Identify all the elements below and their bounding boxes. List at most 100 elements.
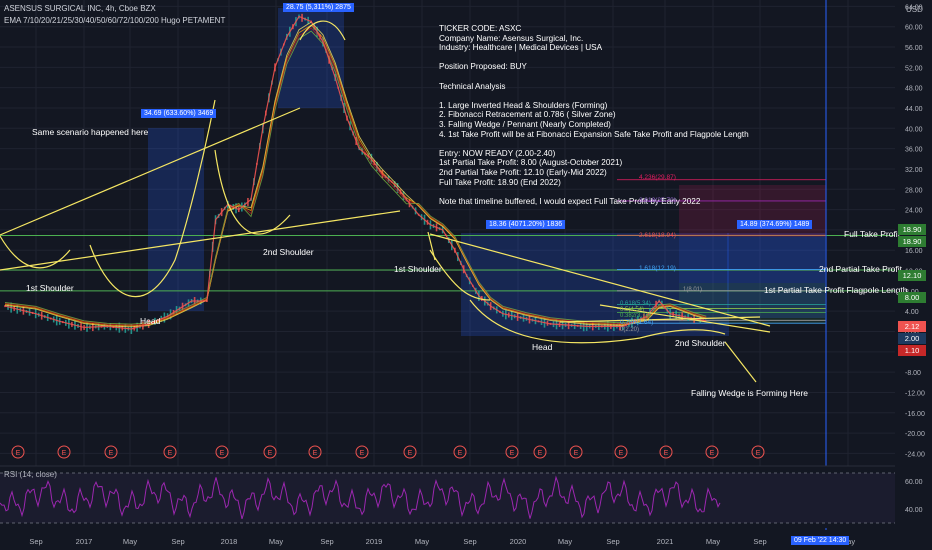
price-badge-entry: 2.00 [898,333,926,344]
y-tick-label: 4.00 [905,309,919,316]
price-badge-low: 1.10 [898,345,926,356]
analysis-line: 4. 1st Take Profit will be at Fibonacci … [439,129,749,139]
earnings-event-icon: E [263,445,277,459]
analysis-line: 3. Falling Wedge / Pennant (Nearly Compl… [439,119,611,129]
y-tick-label: 60.00 [905,25,923,32]
analysis-line: 2nd Partial Take Profit: 12.10 (Early-Mi… [439,167,607,177]
time-axis[interactable]: Sep 2017 May Sep 2018 May Sep 2019 May Sep 2020 May… [29,537,855,546]
earnings-event-icon: E [11,445,25,459]
measure-tag[interactable]: 34.69 (633.60%) 3469 [141,109,217,118]
svg-text:E: E [538,450,543,457]
analysis-line [439,187,769,197]
analysis-line: Position Proposed: BUY [439,62,527,72]
svg-text:E: E [619,450,624,457]
price-axis[interactable]: 64.0060.0056.0052.0048.0044.0040.0036.00… [905,4,925,514]
earnings-event-icon: E [308,445,322,459]
trendline [724,341,757,383]
y-tick-label: 28.00 [905,187,923,194]
x-tick-label: May [123,537,137,546]
price-badge-last: 2.12 [898,321,926,332]
x-tick-label: Sep [463,537,476,546]
analysis-text: TICKER CODE: ASXC Company Name: Asensus … [439,24,769,206]
measure-tag[interactable]: 14.89 (374.69%) 1489 [737,220,813,229]
svg-text:E: E [574,450,579,457]
earnings-event-icon: E [355,445,369,459]
annotation-first-shoulder-left: 1st Shoulder [26,283,74,293]
earnings-event-icon: E [403,445,417,459]
y-tick-label: 52.00 [905,65,923,72]
svg-text:E: E [220,450,225,457]
svg-text:E: E [313,450,318,457]
annotation-same-scenario: Same scenario happened here [32,127,149,137]
rsi-pane [0,465,895,528]
analysis-line: TICKER CODE: ASXC [439,24,522,33]
annotation-first-take-profit: 1st Partial Take Profit Flagpole Length [764,285,908,295]
y-tick-label: 44.00 [905,106,923,113]
annotation-head-left: Head [140,316,161,326]
svg-text:E: E [756,450,761,457]
analysis-line [439,53,769,63]
y-tick-label: 24.00 [905,208,923,215]
x-tick-label: Sep [29,537,42,546]
analysis-line: 2. Fibonacci Retracement at 0.786 ( Silv… [439,110,616,120]
y-tick-label: 32.00 [905,167,923,174]
annotation-second-take-profit: 2nd Partial Take Profit [819,264,902,274]
x-tick-label: Sep [171,537,184,546]
earnings-events: EEEEEEEEEEEEEEEEE [11,445,765,459]
svg-text:E: E [16,450,21,457]
x-tick-label: 2017 [76,537,93,546]
earnings-event-icon: E [104,445,118,459]
y-tick-label: -16.00 [905,411,925,418]
fib-label: 0(2.20) [620,327,640,333]
y-tick-label: 40.00 [905,126,923,133]
y-tick-label: -20.00 [905,431,925,438]
y-tick-label: 16.00 [905,248,923,255]
fib-label: 3.618(25.70) [639,197,676,204]
svg-text:E: E [458,450,463,457]
earnings-event-icon: E [57,445,71,459]
chart-root: EEEEEEEEEEEEEEEEE 64.00 60.00 56.00 52.00 48… [0,0,932,550]
fib-zone [679,237,826,283]
x-tick-label: May [558,537,572,546]
earnings-event-icon: E [505,445,519,459]
x-tick-label: 2020 [510,537,527,546]
analysis-line [439,72,769,82]
annotation-full-take-profit: Full Take Profit [844,229,901,239]
ema-legend: EMA 7/10/20/21/25/30/40/50/60/72/100/200… [4,16,226,25]
trendline [0,235,71,269]
fib-label: 1.618(12.19) [639,265,676,272]
svg-text:E: E [268,450,273,457]
x-tick-label: May [269,537,283,546]
rsi-legend: RSI (14, close) [4,470,57,479]
earnings-event-icon: E [751,445,765,459]
analysis-line: Industry: Healthcare | Medical Devices |… [439,43,603,53]
y-tick-label: -24.00 [905,451,925,458]
measure-tag[interactable]: 18.36 (4071.20%) 1836 [486,220,566,229]
analysis-line [439,91,769,101]
price-badge-full: 18.90 [898,236,926,247]
x-tick-label: May [706,537,720,546]
y-tick-label: -8.00 [905,370,921,377]
measure-tag[interactable]: 28.75 (5,311%) 2875 [283,3,354,12]
svg-text:E: E [408,450,413,457]
fib-label: 0.382(3.74) [620,313,651,319]
y-tick-label: 56.00 [905,45,923,52]
earnings-event-icon: E [614,445,628,459]
analysis-line: Note that timeline buffered, I would exp… [439,196,701,206]
svg-text:E: E [62,450,67,457]
x-tick-label: 2018 [221,537,238,546]
svg-text:E: E [710,450,715,457]
crosshair-date-badge: 09 Feb '22 14:30 [791,536,850,545]
earnings-event-icon: E [163,445,177,459]
y-tick-label: -12.00 [905,390,925,397]
annotation-first-shoulder-right: 1st Shoulder [394,264,442,274]
annotation-head-right: Head [532,342,553,352]
earnings-event-icon: E [659,445,673,459]
svg-text:E: E [109,450,114,457]
analysis-line: 1. Large Inverted Head & Shoulders (Form… [439,100,608,110]
earnings-event-icon: E [533,445,547,459]
chart-title: ASENSUS SURGICAL INC, 4h, Cboe BZX [4,4,156,13]
svg-text:E: E [664,450,669,457]
analysis-line [439,139,769,149]
x-tick-label: 2019 [366,537,383,546]
